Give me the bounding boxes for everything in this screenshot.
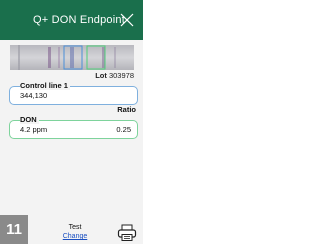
app-header: Q+ DON Endpoint: [0, 0, 143, 40]
ratio-label: Ratio: [117, 105, 136, 114]
test-number-badge: 11: [0, 215, 28, 244]
lot-value: 303978: [108, 71, 134, 80]
lot-number: Lot 303978: [80, 71, 134, 80]
don-ratio-value: 0.25: [116, 125, 131, 134]
control-line-field: Control line 1 344,130: [9, 81, 138, 105]
result-panel: Q+ DON Endpoint Lot 303978 Control line …: [0, 0, 143, 244]
change-link[interactable]: Change: [60, 233, 90, 240]
printer-icon[interactable]: [117, 224, 137, 242]
don-value: 4.2 ppm: [20, 125, 48, 134]
control-line-value: 344,130: [20, 91, 48, 100]
control-line-label: Control line 1: [20, 81, 70, 90]
lot-label: Lot: [95, 71, 107, 80]
app-title: Q+ DON Endpoint: [33, 14, 125, 26]
don-field: DON 4.2 ppm 0.25: [9, 115, 138, 139]
close-icon[interactable]: [120, 13, 134, 27]
don-label: DON: [20, 115, 39, 124]
test-strip-image: [10, 45, 134, 70]
test-label: Test: [68, 224, 82, 231]
